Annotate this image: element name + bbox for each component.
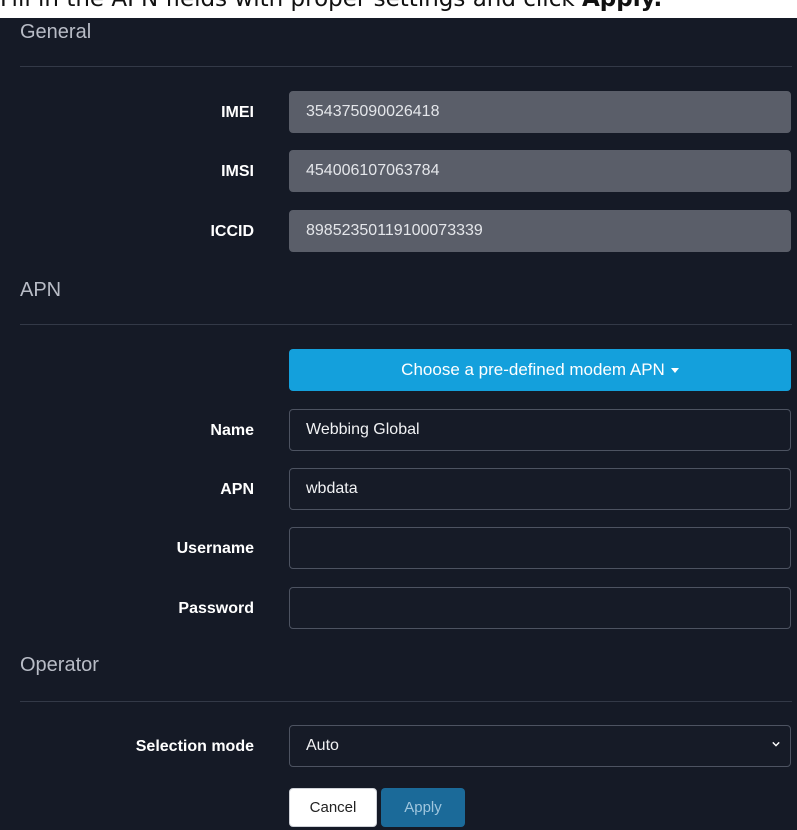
selection-mode-value: Auto bbox=[306, 737, 339, 754]
selection-mode-select[interactable]: Auto bbox=[289, 725, 791, 767]
iccid-field: 89852350119100073339 bbox=[289, 210, 791, 252]
instruction-prefix: Fill in the APN fields with proper setti… bbox=[0, 0, 582, 12]
section-title-general: General bbox=[20, 21, 92, 43]
predefined-apn-dropdown-button[interactable]: Choose a pre-defined modem APN bbox=[289, 349, 791, 391]
username-label: Username bbox=[176, 540, 254, 557]
section-divider bbox=[20, 66, 792, 67]
section-divider bbox=[20, 324, 792, 325]
imei-field: 354375090026418 bbox=[289, 91, 791, 133]
section-title-operator: Operator bbox=[20, 654, 99, 676]
username-input[interactable] bbox=[289, 527, 791, 569]
cancel-button[interactable]: Cancel bbox=[289, 788, 377, 827]
settings-panel: General IMEI 354375090026418 IMSI 454006… bbox=[0, 18, 797, 830]
apn-input[interactable]: wbdata bbox=[289, 468, 791, 510]
section-divider bbox=[20, 701, 792, 702]
instruction-text: Fill in the APN fields with proper setti… bbox=[0, 0, 797, 18]
name-input[interactable]: Webbing Global bbox=[289, 409, 791, 451]
instruction-action: Apply. bbox=[582, 0, 662, 12]
password-label: Password bbox=[178, 600, 254, 617]
apply-button[interactable]: Apply bbox=[381, 788, 465, 827]
name-label: Name bbox=[210, 422, 254, 439]
imsi-label: IMSI bbox=[221, 163, 254, 180]
iccid-label: ICCID bbox=[210, 223, 254, 240]
imsi-field: 454006107063784 bbox=[289, 150, 791, 192]
apn-label: APN bbox=[220, 481, 254, 498]
caret-down-icon bbox=[670, 367, 679, 373]
predefined-apn-label: Choose a pre-defined modem APN bbox=[401, 360, 665, 379]
chevron-down-icon bbox=[772, 741, 780, 747]
selection-mode-label: Selection mode bbox=[135, 738, 254, 755]
section-title-apn: APN bbox=[20, 279, 62, 301]
password-input[interactable] bbox=[289, 587, 791, 629]
imei-label: IMEI bbox=[221, 104, 254, 121]
